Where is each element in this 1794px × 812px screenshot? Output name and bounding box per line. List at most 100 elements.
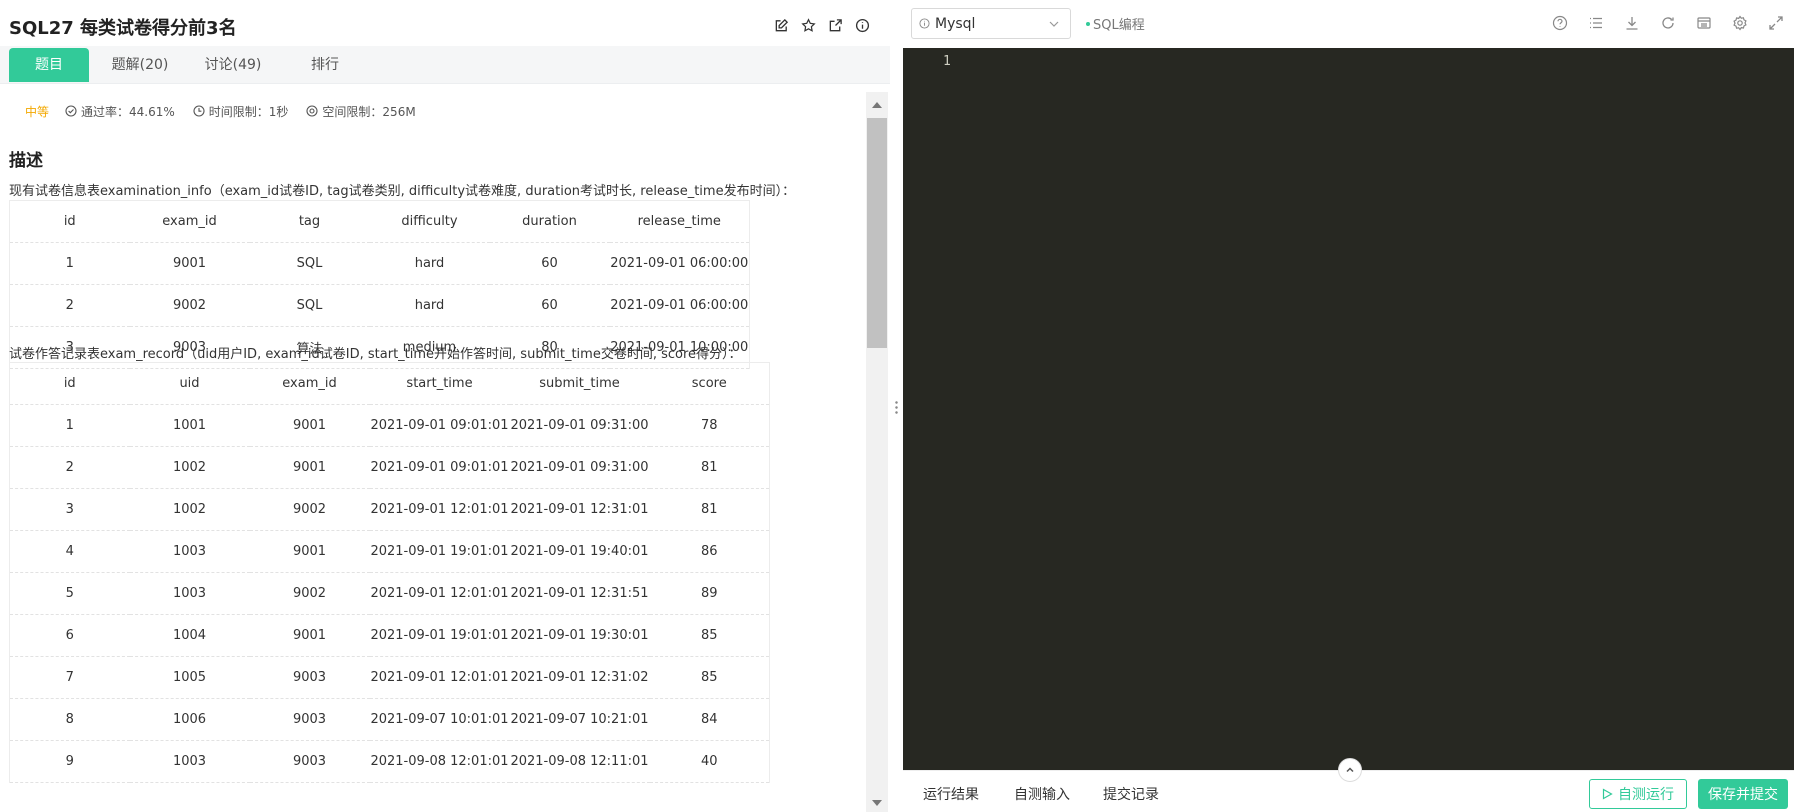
- table-cell: 1: [9, 404, 130, 447]
- table-cell: 86: [649, 530, 770, 573]
- table-cell: 2: [9, 284, 130, 327]
- mode-tag-label: SQL编程: [1093, 18, 1145, 33]
- info-icon: [919, 18, 930, 29]
- table-cell: 9002: [249, 572, 370, 615]
- list-icon[interactable]: [1578, 13, 1614, 33]
- problem-header: SQL27 每类试卷得分前3名: [0, 0, 890, 52]
- edit-icon[interactable]: [773, 17, 789, 33]
- table-row: 1 1001 9001 2021-09-01 09:01:01 2021-09-01 0…: [9, 404, 770, 447]
- table-row: 7 1005 9003 2021-09-01 12:01:01 2021-09-01 1…: [9, 656, 770, 699]
- table-row: 6 1004 9001 2021-09-01 19:01:01 2021-09-01 1…: [9, 614, 770, 657]
- table-cell: 81: [649, 488, 770, 531]
- download-icon[interactable]: [1614, 13, 1650, 33]
- tab-run-result[interactable]: 运行结果: [923, 784, 979, 804]
- table-cell: 9003: [249, 698, 370, 741]
- table-cell: 2021-09-01 09:31:00: [509, 446, 650, 489]
- table-row: 8 1006 9003 2021-09-07 10:01:01 2021-09-07 1…: [9, 698, 770, 741]
- share-icon[interactable]: [827, 17, 843, 33]
- table-cell: 9001: [249, 446, 370, 489]
- table-cell: 2021-09-01 19:40:01: [509, 530, 650, 573]
- table-row: 5 1003 9002 2021-09-01 12:01:01 2021-09-01 1…: [9, 572, 770, 615]
- chip-icon: [306, 105, 318, 117]
- drag-handle-icon[interactable]: [895, 400, 898, 414]
- language-select[interactable]: Mysql: [911, 8, 1071, 39]
- time-limit-text: 时间限制：1秒: [208, 104, 289, 119]
- scroll-up-arrow[interactable]: [872, 102, 882, 108]
- line-number: 1: [943, 54, 951, 69]
- star-icon[interactable]: [800, 17, 816, 33]
- problem-actions: [773, 17, 870, 33]
- content-scrollbar[interactable]: [866, 92, 888, 812]
- fullscreen-icon[interactable]: [1758, 13, 1794, 33]
- record-table-description: 试卷作答记录表exam_record（uid用户ID, exam_id试卷ID,…: [9, 347, 742, 362]
- keyboard-icon[interactable]: [1686, 13, 1722, 33]
- table-cell: 1004: [129, 614, 250, 657]
- table-cell: hard: [369, 284, 490, 327]
- table-cell: 89: [649, 572, 770, 615]
- table-row: 4 1003 9001 2021-09-01 19:01:01 2021-09-01 1…: [9, 530, 770, 573]
- tab-solutions[interactable]: 题解(20): [100, 48, 180, 82]
- table-cell: 2021-09-01 12:01:01: [369, 488, 510, 531]
- refresh-icon[interactable]: [1650, 13, 1686, 33]
- mode-tag: SQL编程: [1086, 14, 1145, 33]
- problem-title: SQL27 每类试卷得分前3名: [9, 18, 237, 39]
- table-cell: 1005: [129, 656, 250, 699]
- table-cell: 9001: [129, 242, 250, 285]
- table-cell: 9001: [249, 404, 370, 447]
- tab-self-test-input[interactable]: 自测输入: [1014, 784, 1070, 804]
- table-cell: 6: [9, 614, 130, 657]
- save-submit-button[interactable]: 保存并提交: [1698, 779, 1788, 809]
- column-header: id: [9, 200, 130, 243]
- app: SQL27 每类试卷得分前3名 题目 题解(20) 讨论(49) 排行 中等 通…: [0, 0, 1794, 812]
- info-icon[interactable]: [854, 17, 870, 33]
- table-cell: 2021-09-01 12:31:02: [509, 656, 650, 699]
- table-cell: 2021-09-01 09:01:01: [369, 446, 510, 489]
- column-header: score: [649, 362, 770, 405]
- table-cell: 2021-09-08 12:01:01: [369, 740, 510, 783]
- column-header: exam_id: [249, 362, 370, 405]
- table-cell: 2021-09-01 06:00:00: [609, 242, 750, 285]
- table-cell: 9001: [249, 614, 370, 657]
- self-test-run-button[interactable]: 自测运行: [1589, 779, 1687, 809]
- table-cell: SQL: [249, 242, 370, 285]
- column-header: submit_time: [509, 362, 650, 405]
- collapse-toggle[interactable]: [1338, 758, 1362, 782]
- column-header: exam_id: [129, 200, 250, 243]
- space-limit-text: 空间限制：256M: [322, 104, 416, 119]
- scroll-thumb[interactable]: [867, 118, 887, 348]
- problem-tabs: 题目 题解(20) 讨论(49) 排行: [0, 46, 890, 84]
- time-limit: 时间限制：1秒: [193, 103, 289, 120]
- mode-dot: [1086, 21, 1090, 26]
- chevron-up-icon: [1346, 767, 1354, 773]
- table-cell: 4: [9, 530, 130, 573]
- table-cell: 8: [9, 698, 130, 741]
- tab-submission-history[interactable]: 提交记录: [1103, 784, 1159, 804]
- table-row: 9 1003 9003 2021-09-08 12:01:01 2021-09-08 1…: [9, 740, 770, 783]
- pass-rate-text: 通过率：44.61%: [81, 104, 175, 119]
- table-cell: 9: [9, 740, 130, 783]
- tab-discussion[interactable]: 讨论(49): [193, 48, 273, 82]
- table-cell: 2021-09-01 12:01:01: [369, 572, 510, 615]
- settings-icon[interactable]: [1722, 13, 1758, 33]
- table-cell: 7: [9, 656, 130, 699]
- table-cell: hard: [369, 242, 490, 285]
- table-cell: SQL: [249, 284, 370, 327]
- tab-problem[interactable]: 题目: [9, 48, 89, 82]
- table-row: 2 9002 SQL hard 60 2021-09-01 06:00:00: [9, 284, 750, 327]
- table-cell: 60: [489, 242, 610, 285]
- language-value: Mysql: [935, 15, 976, 32]
- table-cell: 9003: [249, 656, 370, 699]
- table-cell: 2021-09-01 12:31:51: [509, 572, 650, 615]
- self-test-run-label: 自测运行: [1618, 787, 1674, 803]
- scroll-down-arrow[interactable]: [872, 800, 882, 806]
- panel-splitter[interactable]: [890, 0, 903, 812]
- table-cell: 2021-09-07 10:01:01: [369, 698, 510, 741]
- code-editor[interactable]: 1: [903, 48, 1794, 770]
- table-cell: 81: [649, 446, 770, 489]
- chevron-down-icon: [1049, 21, 1059, 27]
- table-cell: 1006: [129, 698, 250, 741]
- tab-ranking[interactable]: 排行: [285, 48, 365, 82]
- table-cell: 2021-09-01 19:30:01: [509, 614, 650, 657]
- problem-panel: SQL27 每类试卷得分前3名 题目 题解(20) 讨论(49) 排行 中等 通…: [0, 0, 890, 812]
- help-icon[interactable]: [1542, 13, 1578, 33]
